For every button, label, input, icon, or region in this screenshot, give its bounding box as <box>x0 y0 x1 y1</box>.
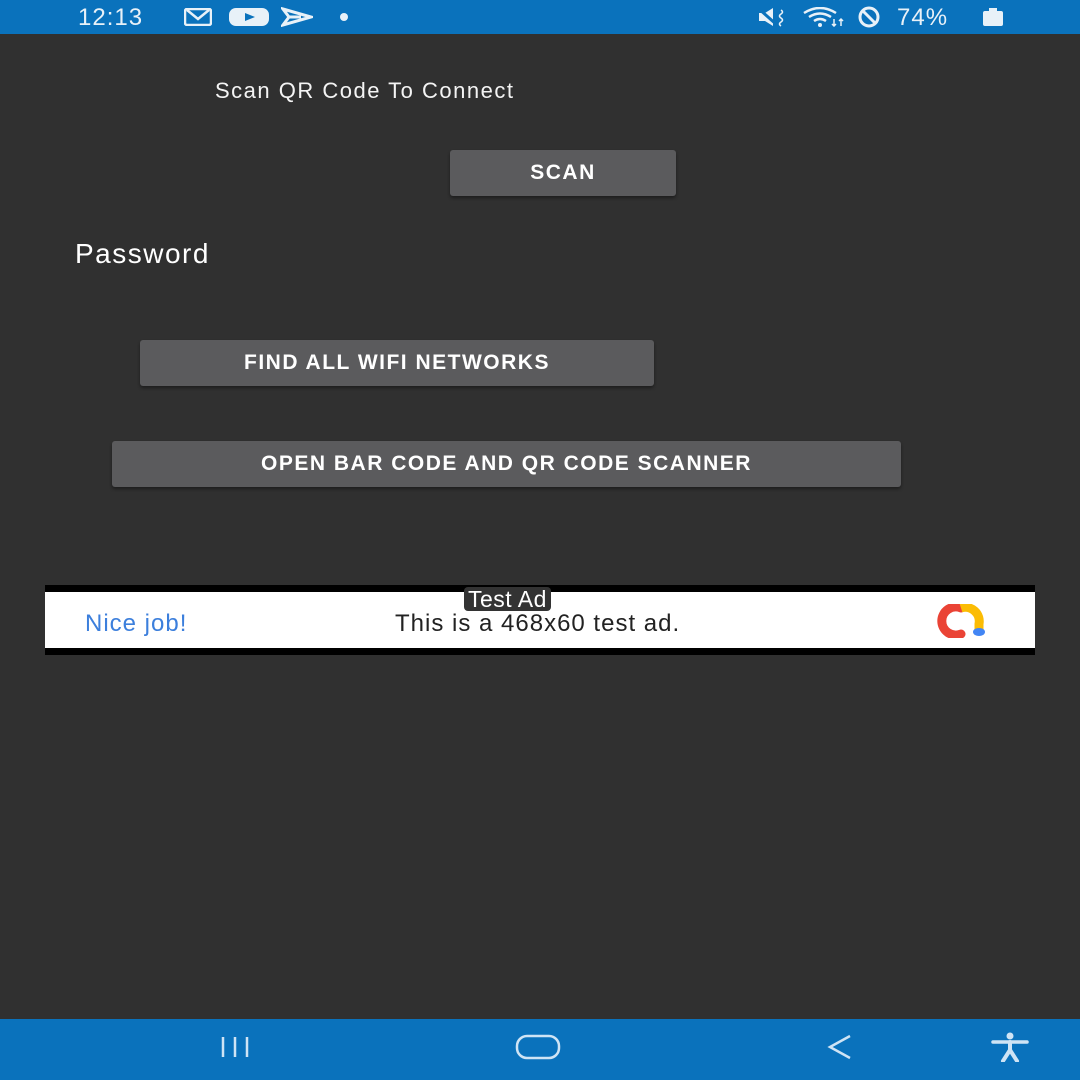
gmail-icon <box>184 6 212 28</box>
password-label: Password <box>75 238 210 269</box>
find-wifi-networks-button[interactable]: FIND ALL WIFI NETWORKS <box>140 340 654 386</box>
recent-apps-icon <box>220 1036 250 1063</box>
test-ad-label: Test Ad <box>464 587 551 611</box>
home-icon <box>515 1034 561 1065</box>
battery-percent: 74% <box>897 4 949 31</box>
mute-vibrate-icon <box>757 6 789 28</box>
wifi-icon <box>802 6 846 28</box>
notification-dot-icon <box>339 6 349 28</box>
status-time: 12:13 <box>78 4 144 31</box>
back-button[interactable] <box>815 1019 865 1080</box>
open-scanner-button[interactable]: OPEN BAR CODE AND QR CODE SCANNER <box>112 441 901 487</box>
ad-body[interactable]: This is a 468x60 test ad. <box>395 610 680 638</box>
back-icon <box>826 1033 854 1066</box>
accessibility-button[interactable] <box>985 1019 1035 1080</box>
youtube-icon <box>229 6 269 28</box>
battery-icon <box>983 6 1003 28</box>
send-app-icon <box>281 6 313 28</box>
admob-logo-icon[interactable] <box>927 602 997 643</box>
accessibility-icon <box>990 1032 1030 1067</box>
recent-apps-button[interactable] <box>205 1019 265 1080</box>
scan-button[interactable]: SCAN <box>450 150 676 196</box>
status-bar: 12:13 74% <box>0 0 1080 34</box>
navigation-bar <box>0 1019 1080 1080</box>
ad-headline[interactable]: Nice job! <box>85 610 187 638</box>
page-title: Scan QR Code To Connect <box>215 78 515 103</box>
do-not-disturb-icon <box>853 6 885 28</box>
home-button[interactable] <box>505 1019 571 1080</box>
